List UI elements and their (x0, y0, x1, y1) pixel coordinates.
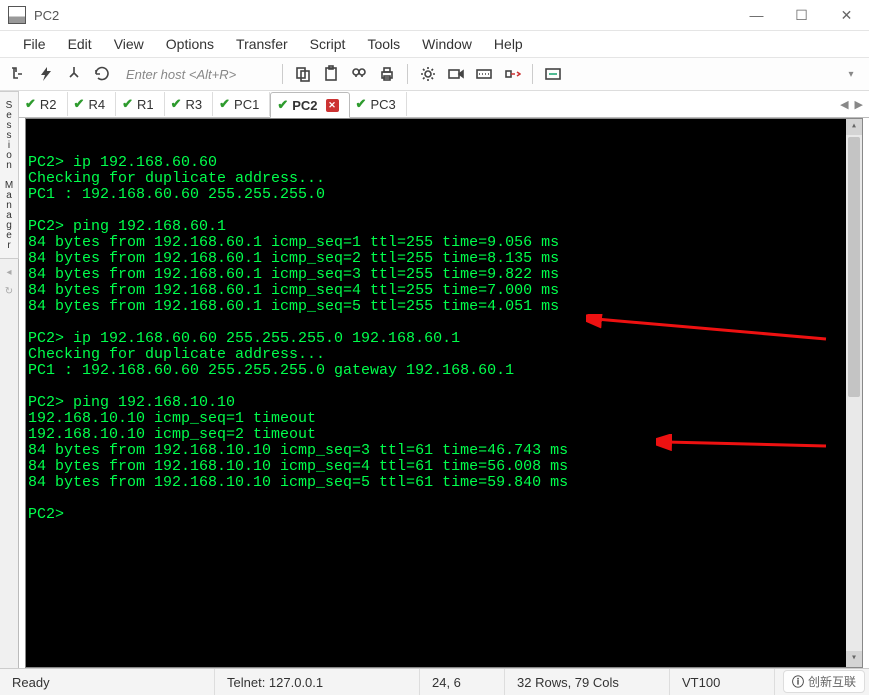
session-tree-icon[interactable] (8, 64, 28, 84)
menu-options[interactable]: Options (155, 33, 225, 55)
quick-connect-icon[interactable] (36, 64, 56, 84)
host-input[interactable]: Enter host <Alt+R> (120, 67, 272, 82)
menu-transfer[interactable]: Transfer (225, 33, 299, 55)
session-manager-tab[interactable]: Session Manager (0, 91, 19, 259)
menu-window[interactable]: Window (411, 33, 483, 55)
watermark-logo-icon: ⓘ (792, 673, 804, 690)
tab-label: R1 (137, 97, 154, 112)
watermark-text: 创新互联 (808, 673, 856, 690)
copy-icon[interactable] (293, 64, 313, 84)
menu-file[interactable]: File (12, 33, 57, 55)
print-icon[interactable] (377, 64, 397, 84)
disconnect-icon[interactable] (502, 64, 522, 84)
tab-r2[interactable]: ✔ R2 (19, 92, 68, 116)
tabstrip: ✔ R2 ✔ R4 ✔ R1 ✔ R3 ✔ PC1 ✔ PC2 ✕ (19, 91, 869, 118)
tab-label: PC3 (370, 97, 395, 112)
check-icon: ✔ (171, 96, 182, 112)
find-icon[interactable] (349, 64, 369, 84)
record-icon[interactable] (446, 64, 466, 84)
toolbar-separator (282, 64, 283, 84)
tab-label: R3 (186, 97, 203, 112)
menu-edit[interactable]: Edit (57, 33, 103, 55)
tab-prev-icon[interactable]: ◀ (840, 98, 848, 111)
window-titlebar: PC2 — ☐ ✕ (0, 0, 869, 31)
tab-label: R4 (88, 97, 105, 112)
tab-pc2[interactable]: ✔ PC2 ✕ (270, 92, 349, 118)
reconnect-icon[interactable] (92, 64, 112, 84)
tab-label: PC2 (292, 98, 317, 113)
keymap-icon[interactable] (543, 64, 563, 84)
menu-tools[interactable]: Tools (356, 33, 411, 55)
scroll-up-icon[interactable]: ▴ (846, 119, 862, 135)
connect-icon[interactable] (64, 64, 84, 84)
paste-icon[interactable] (321, 64, 341, 84)
status-cursor: 24, 6 (420, 669, 505, 695)
status-size: 32 Rows, 79 Cols (505, 669, 670, 695)
tab-pc1[interactable]: ✔ PC1 (213, 92, 270, 116)
scroll-down-icon[interactable]: ▾ (846, 651, 862, 667)
tab-r1[interactable]: ✔ R1 (116, 92, 165, 116)
tab-label: PC1 (234, 97, 259, 112)
check-icon: ✔ (74, 96, 85, 112)
status-connection: Telnet: 127.0.0.1 (215, 669, 420, 695)
watermark: ⓘ 创新互联 (783, 670, 865, 693)
check-icon: ✔ (277, 97, 288, 113)
menu-script[interactable]: Script (299, 33, 357, 55)
check-icon: ✔ (219, 96, 230, 112)
menu-help[interactable]: Help (483, 33, 534, 55)
maximize-button[interactable]: ☐ (779, 0, 824, 30)
settings-icon[interactable] (418, 64, 438, 84)
minimize-button[interactable]: — (734, 0, 779, 30)
keyboard-icon[interactable] (474, 64, 494, 84)
close-icon[interactable]: ✕ (326, 99, 339, 112)
tab-label: R2 (40, 97, 57, 112)
toolbar-separator-3 (532, 64, 533, 84)
menu-view[interactable]: View (103, 33, 155, 55)
check-icon: ✔ (356, 96, 367, 112)
status-ready: Ready (0, 669, 215, 695)
side-collapse-icon[interactable]: ◂ (6, 267, 11, 278)
toolbar-separator-2 (407, 64, 408, 84)
tab-r3[interactable]: ✔ R3 (165, 92, 214, 116)
toolbar-overflow-icon[interactable]: ▾ (841, 64, 861, 84)
side-cycle-icon[interactable]: ↻ (5, 286, 13, 297)
tab-next-icon[interactable]: ▶ (855, 98, 863, 111)
tab-pc3[interactable]: ✔ PC3 (350, 92, 407, 116)
tab-r4[interactable]: ✔ R4 (68, 92, 117, 116)
toolbar: Enter host <Alt+R> ▾ (0, 58, 869, 91)
session-manager-label: Session Manager (4, 100, 15, 250)
check-icon: ✔ (25, 96, 36, 112)
app-icon (8, 6, 26, 24)
close-window-button[interactable]: ✕ (824, 0, 869, 30)
menubar: File Edit View Options Transfer Script T… (0, 31, 869, 58)
statusbar: Ready Telnet: 127.0.0.1 24, 6 32 Rows, 7… (0, 668, 869, 695)
status-emulation: VT100 (670, 669, 775, 695)
check-icon: ✔ (122, 96, 133, 112)
window-title: PC2 (34, 8, 59, 23)
terminal[interactable]: PC2> ip 192.168.60.60 Checking for dupli… (25, 118, 863, 668)
